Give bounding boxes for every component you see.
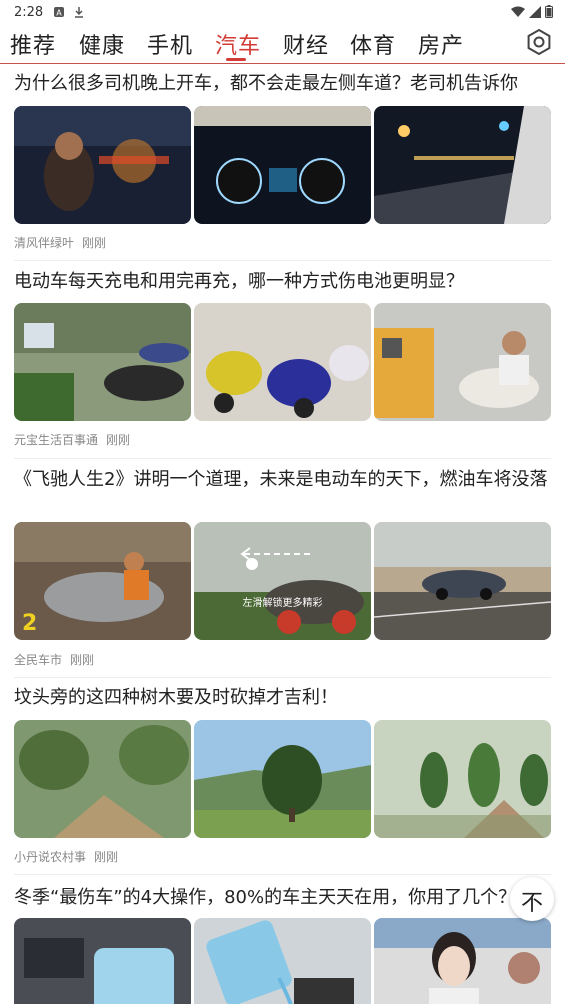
scroll-to-top-button[interactable]: 不 <box>510 877 554 921</box>
article-card[interactable]: 冬季“最伤车”的4大操作，80%的车主天天在用，你用了几个？ <box>14 884 551 1004</box>
article-card[interactable]: 《飞驰人生2》讲明一个道理，未来是电动车的天下，燃油车将没落 2 左滑解锁更多精… <box>14 466 551 678</box>
article-source: 小丹说农村事 <box>14 850 87 864</box>
category-tabs: 推荐 健康 手机 汽车 财经 体育 房产 <box>0 24 565 64</box>
article-time: 刚刚 <box>94 850 119 864</box>
signal-icon <box>529 5 541 18</box>
article-meta: 清风伴绿叶 刚刚 <box>14 234 114 251</box>
article-time: 刚刚 <box>106 433 131 447</box>
status-time: 2:28 <box>14 4 44 20</box>
article-images <box>14 720 551 838</box>
scroll-to-top-icon: 不 <box>520 891 543 916</box>
article-time: 刚刚 <box>70 653 95 667</box>
article-image[interactable] <box>194 918 371 1004</box>
divider <box>14 677 551 678</box>
tab-sports[interactable]: 体育 <box>350 28 396 60</box>
wifi-icon <box>511 6 525 17</box>
divider <box>14 874 551 875</box>
swipe-hint: 左滑解锁更多精彩 <box>242 598 323 609</box>
article-images <box>14 303 551 421</box>
tab-finance[interactable]: 财经 <box>283 28 329 60</box>
tab-health[interactable]: 健康 <box>79 28 125 60</box>
tab-recommend[interactable]: 推荐 <box>10 28 56 60</box>
article-source: 元宝生活百事通 <box>14 433 99 447</box>
active-tab-indicator <box>226 58 246 61</box>
article-title[interactable]: 坟头旁的这四种树木要及时砍掉才吉利！ <box>14 684 551 712</box>
article-image[interactable] <box>194 106 371 224</box>
article-meta: 小丹说农村事 刚刚 <box>14 848 126 865</box>
article-meta: 全民车市 刚刚 <box>14 651 102 668</box>
article-image[interactable] <box>14 720 191 838</box>
article-image[interactable] <box>374 106 551 224</box>
article-image[interactable] <box>194 720 371 838</box>
divider <box>14 458 551 459</box>
article-images <box>14 106 551 224</box>
article-time: 刚刚 <box>82 236 107 250</box>
svg-text:A: A <box>56 9 62 18</box>
article-image[interactable]: 2 <box>14 522 191 640</box>
battery-icon <box>545 5 553 18</box>
article-title[interactable]: 《飞驰人生2》讲明一个道理，未来是电动车的天下，燃油车将没落 <box>14 466 551 494</box>
article-image[interactable]: 左滑解锁更多精彩 <box>194 522 371 640</box>
status-indicators <box>511 5 553 18</box>
article-card[interactable]: 电动车每天充电和用完再充，哪一种方式伤电池更明显？ 元宝生活百事通 刚刚 <box>14 268 551 459</box>
status-bar: 2:28 A <box>0 0 565 24</box>
article-image[interactable] <box>374 720 551 838</box>
article-image[interactable] <box>14 106 191 224</box>
article-meta: 元宝生活百事通 刚刚 <box>14 431 138 448</box>
tab-auto[interactable]: 汽车 <box>215 28 261 60</box>
article-card[interactable]: 为什么很多司机晚上开车，都不会走最左侧车道？老司机告诉你 清风伴绿叶 刚刚 <box>14 70 551 261</box>
article-title[interactable]: 为什么很多司机晚上开车，都不会走最左侧车道？老司机告诉你 <box>14 70 551 98</box>
article-image[interactable] <box>194 303 371 421</box>
article-image[interactable] <box>14 303 191 421</box>
channel-settings-icon[interactable] <box>525 28 553 56</box>
article-images <box>14 918 551 1004</box>
download-icon <box>75 7 84 18</box>
article-title[interactable]: 电动车每天充电和用完再充，哪一种方式伤电池更明显？ <box>14 268 551 296</box>
article-image[interactable] <box>374 303 551 421</box>
tab-realestate[interactable]: 房产 <box>418 28 464 60</box>
article-images: 2 左滑解锁更多精彩 <box>14 522 551 640</box>
article-source: 清风伴绿叶 <box>14 236 75 250</box>
article-image[interactable] <box>14 918 191 1004</box>
article-image[interactable] <box>374 522 551 640</box>
svg-text:2: 2 <box>22 611 37 636</box>
tab-phone[interactable]: 手机 <box>147 28 193 60</box>
divider <box>14 260 551 261</box>
article-source: 全民车市 <box>14 653 63 667</box>
article-image[interactable] <box>374 918 551 1004</box>
notification-a-icon: A <box>54 7 65 18</box>
article-title[interactable]: 冬季“最伤车”的4大操作，80%的车主天天在用，你用了几个？ <box>14 884 551 912</box>
article-card[interactable]: 坟头旁的这四种树木要及时砍掉才吉利！ 小丹说农村事 刚刚 <box>14 684 551 875</box>
